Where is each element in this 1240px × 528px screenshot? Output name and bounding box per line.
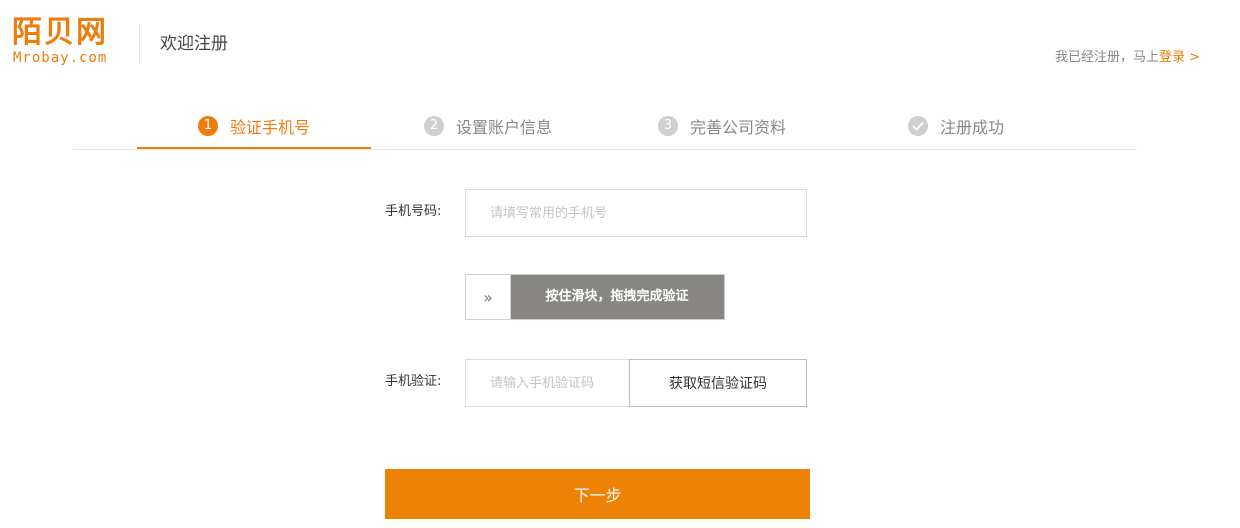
step-label: 完善公司资料: [689, 118, 786, 137]
phone-input[interactable]: [465, 189, 807, 237]
login-hint: 我已经注册，马上登录 >: [1055, 49, 1200, 67]
slider-instruction: 按住滑块，拖拽完成验证: [545, 289, 689, 304]
sms-code-input[interactable]: [465, 359, 630, 407]
step-account-info: 2 设置账户信息: [371, 104, 605, 148]
page-title: 欢迎注册: [160, 34, 228, 54]
step-label: 注册成功: [939, 118, 1004, 137]
step-number-3: 3: [657, 116, 678, 136]
step-progress: 1 验证手机号 2 设置账户信息 3 完善公司资料 注册成功: [73, 104, 1137, 150]
header-divider: [139, 24, 140, 64]
login-link[interactable]: 登录 >: [1159, 50, 1200, 65]
step-label: 验证手机号: [229, 117, 310, 137]
step-label: 设置账户信息: [455, 118, 552, 137]
next-step-button[interactable]: 下一步: [385, 469, 810, 519]
get-sms-code-button[interactable]: 获取短信验证码: [629, 359, 807, 407]
step-number-2: 2: [423, 116, 444, 136]
check-icon: [907, 116, 928, 136]
step-number-1: 1: [197, 115, 218, 136]
double-chevron-right-icon: »: [483, 287, 493, 307]
logo-text-cn: 陌贝网: [12, 15, 108, 50]
step-company-info: 3 完善公司资料: [605, 104, 839, 148]
sms-code-label: 手机验证:: [385, 374, 442, 389]
step-register-success: 注册成功: [839, 104, 1073, 148]
slider-handle[interactable]: »: [466, 275, 511, 319]
slider-captcha[interactable]: » 按住滑块，拖拽完成验证: [465, 274, 725, 320]
logo[interactable]: 陌贝网 Mrobay.com: [12, 14, 130, 70]
step-verify-phone: 1 验证手机号: [137, 104, 371, 149]
logo-text-en: Mrobay.com: [13, 50, 108, 66]
phone-label: 手机号码:: [385, 204, 442, 219]
login-hint-text: 我已经注册，马上: [1054, 50, 1159, 65]
